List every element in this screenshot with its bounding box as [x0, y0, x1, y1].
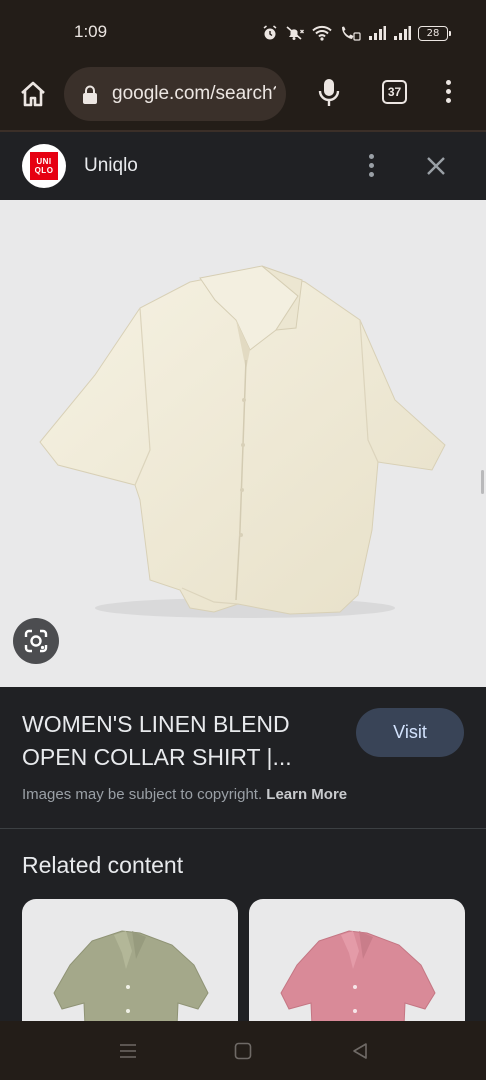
- wifi-calling-icon: [342, 26, 361, 41]
- back-button[interactable]: [350, 1041, 370, 1061]
- pink-shirt-thumbnail: [280, 930, 436, 1021]
- system-navigation-bar: [0, 1021, 486, 1080]
- image-scroll-indicator: [481, 470, 484, 494]
- lock-icon: [83, 85, 97, 104]
- close-button[interactable]: [424, 154, 448, 178]
- recents-button[interactable]: [118, 1041, 138, 1061]
- browser-toolbar: google.com/search? 37: [0, 62, 486, 130]
- system-home-button[interactable]: [233, 1041, 253, 1061]
- battery-icon: 28: [418, 25, 451, 41]
- address-bar[interactable]: google.com/search?: [64, 67, 286, 121]
- home-button[interactable]: [18, 79, 48, 109]
- signal-icon-2: [394, 26, 411, 40]
- close-icon: [427, 157, 445, 175]
- more-vert-icon: [445, 80, 451, 85]
- related-card[interactable]: [249, 899, 465, 1021]
- product-info: WOMEN'S LINEN BLEND OPEN COLLAR SHIRT |.…: [0, 687, 486, 828]
- panel-more-button[interactable]: [366, 154, 376, 180]
- product-image[interactable]: [0, 200, 486, 687]
- status-time: 1:09: [74, 22, 108, 41]
- mute-icon: [286, 26, 304, 40]
- result-panel-header: UNI QLO Uniqlo: [0, 132, 486, 200]
- shirt-image: [39, 265, 446, 618]
- related-heading: Related content: [22, 852, 184, 878]
- back-triangle-icon: [353, 1043, 367, 1059]
- copyright-notice: Images may be subject to copyright. Lear…: [22, 786, 347, 803]
- site-logo[interactable]: UNI QLO: [22, 144, 66, 188]
- url-text: google.com/search?: [112, 83, 276, 104]
- status-bar: 1:09 28: [0, 0, 486, 62]
- more-vert-icon: [368, 154, 374, 159]
- voice-search-button[interactable]: [318, 78, 340, 113]
- battery-level: 28: [426, 27, 440, 39]
- recents-icon: [120, 1044, 136, 1058]
- site-name[interactable]: Uniqlo: [84, 155, 138, 177]
- visit-button[interactable]: Visit: [356, 708, 464, 757]
- wifi-icon: [312, 25, 332, 41]
- google-lens-button[interactable]: [13, 618, 59, 664]
- related-card[interactable]: [22, 899, 238, 1021]
- home-icon: [21, 81, 45, 107]
- browser-menu-button[interactable]: [440, 80, 456, 106]
- signal-icon: [369, 26, 386, 40]
- alarm-icon: [263, 25, 277, 40]
- status-icons: 28: [262, 24, 451, 42]
- green-shirt-thumbnail: [53, 930, 209, 1021]
- square-home-icon: [234, 1042, 252, 1060]
- lens-icon: [24, 629, 48, 653]
- copyright-text: Images may be subject to copyright.: [22, 786, 263, 803]
- related-content: Related content: [0, 829, 486, 1021]
- uniqlo-logo: UNI QLO: [30, 152, 58, 180]
- tab-count: 37: [387, 85, 402, 99]
- product-title[interactable]: WOMEN'S LINEN BLEND OPEN COLLAR SHIRT |.…: [22, 708, 322, 774]
- logo-text-bottom: QLO: [34, 166, 54, 175]
- tab-switcher-button[interactable]: 37: [382, 80, 407, 104]
- mic-icon: [318, 79, 340, 106]
- logo-text-top: UNI: [36, 157, 52, 166]
- learn-more-link[interactable]: Learn More: [266, 786, 347, 803]
